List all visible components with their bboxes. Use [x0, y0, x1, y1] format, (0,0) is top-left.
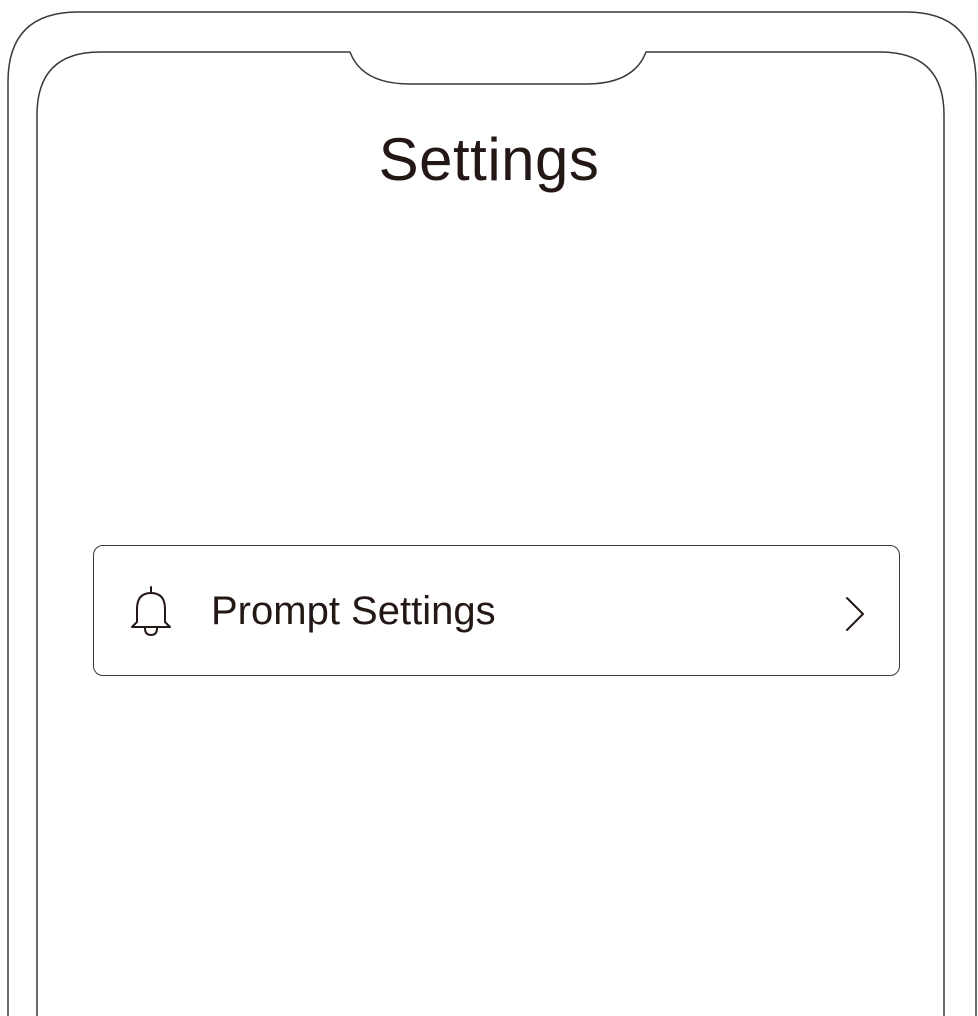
chevron-right-icon — [839, 595, 869, 633]
prompt-settings-row[interactable]: Prompt Settings — [93, 545, 900, 676]
page-title: Settings — [378, 126, 600, 193]
bell-icon — [128, 585, 174, 637]
prompt-settings-label: Prompt Settings — [211, 589, 496, 633]
